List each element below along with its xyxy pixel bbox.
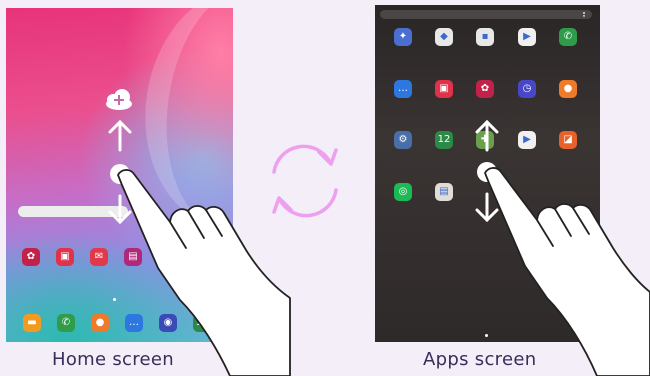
cloud-upload-icon [106, 89, 132, 110]
home-screen-caption: Home screen [52, 349, 175, 370]
hand-pointer-icon [117, 169, 291, 376]
arrow-down-icon [475, 192, 499, 223]
rotate-arrows-icon [272, 144, 338, 218]
apps-screen-caption: Apps screen [423, 349, 537, 370]
gesture-overlay [106, 89, 650, 376]
hand-pointer-icon [484, 167, 650, 376]
arrow-down-icon [108, 194, 132, 225]
arrow-up-icon [475, 119, 499, 152]
arrow-up-icon [108, 119, 132, 152]
